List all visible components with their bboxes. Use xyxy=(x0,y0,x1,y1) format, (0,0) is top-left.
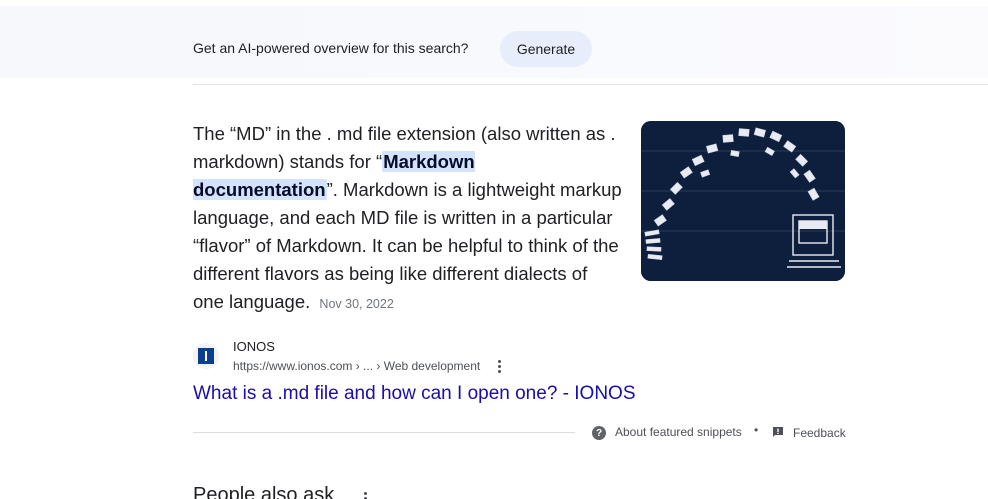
feedback-link[interactable]: Feedback xyxy=(793,426,846,440)
featured-snippet-text: The “MD” in the . md file extension (als… xyxy=(193,120,623,318)
ionos-favicon-icon[interactable] xyxy=(193,343,219,369)
feedback-icon[interactable] xyxy=(772,426,784,438)
more-options-icon[interactable] xyxy=(362,492,368,499)
generate-button[interactable]: Generate xyxy=(500,31,592,67)
divider xyxy=(193,432,575,433)
ai-overview-banner xyxy=(0,6,988,78)
source-name[interactable]: IONOS xyxy=(233,339,275,354)
people-also-ask-heading: People also ask xyxy=(193,484,335,499)
help-icon[interactable]: ? xyxy=(592,426,606,440)
more-options-icon[interactable] xyxy=(492,357,506,375)
snippet-date: Nov 30, 2022 xyxy=(319,297,394,311)
separator-dot: • xyxy=(754,423,759,437)
source-url[interactable]: https://www.ionos.com › ... › Web develo… xyxy=(233,359,480,373)
flying-pages-illustration xyxy=(641,121,845,281)
result-title-link[interactable]: What is a .md file and how can I open on… xyxy=(193,383,636,405)
ai-overview-prompt: Get an AI-powered overview for this sear… xyxy=(193,40,469,56)
about-featured-snippets-link[interactable]: About featured snippets xyxy=(615,425,742,439)
snippet-thumbnail[interactable] xyxy=(641,121,845,281)
divider xyxy=(193,84,988,85)
